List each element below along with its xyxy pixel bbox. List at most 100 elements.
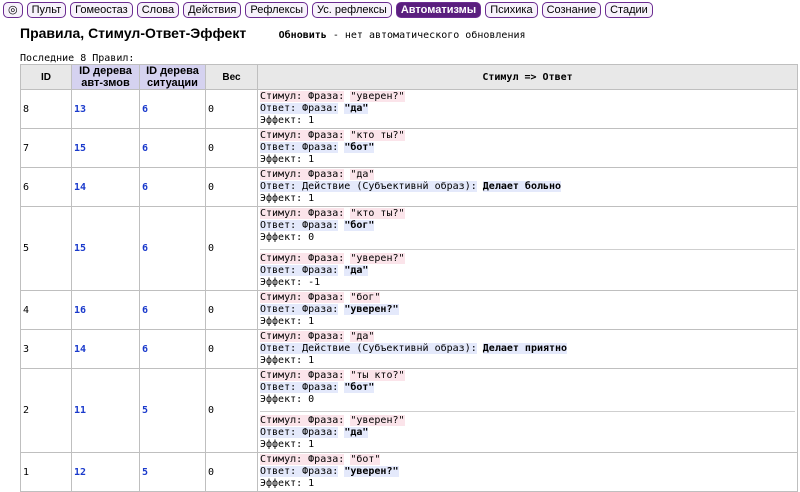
- stimulus-line: Стимул: Фраза: "да": [260, 331, 795, 343]
- tree-sit-link[interactable]: 5: [139, 368, 206, 453]
- nav-tab[interactable]: Стадии: [605, 2, 653, 18]
- stimulus-line: Стимул: Фраза: "уверен?": [260, 91, 795, 103]
- effect-line: Эффект: 1: [260, 478, 315, 489]
- stimulus-line: Стимул: Фраза: "да": [260, 169, 795, 181]
- nav-tab[interactable]: Автоматизмы: [395, 2, 482, 18]
- response-value: "бот": [344, 142, 375, 153]
- tree-sit-link[interactable]: 6: [139, 167, 206, 207]
- table-row: 8 13 6 0 Стимул: Фраза: "уверен?" Ответ: Фраз…: [20, 89, 798, 129]
- response-line: Ответ: Фраза: "уверен?": [260, 304, 795, 316]
- tree-aut-link[interactable]: 15: [71, 206, 140, 291]
- nav-tab[interactable]: Пульт: [26, 2, 67, 18]
- nav-tab[interactable]: Ус. рефлексы: [312, 2, 392, 18]
- table-row: 7 15 6 0 Стимул: Фраза: "кто ты?" Ответ: Фраз…: [20, 128, 798, 168]
- response-line: Ответ: Фраза: "бот": [260, 382, 795, 394]
- rule-id: 2: [20, 368, 72, 453]
- response-line: Ответ: Фраза: "да": [260, 103, 795, 115]
- rule-weight: 0: [205, 167, 258, 207]
- effect-line: Эффект: 1: [260, 154, 315, 165]
- response-label: Ответ: Фраза:: [260, 382, 339, 393]
- stimulus-line: Стимул: Фраза: "уверен?": [260, 253, 795, 265]
- response-value: "бот": [344, 382, 375, 393]
- tree-aut-link[interactable]: 14: [71, 167, 140, 207]
- table-header-row: ID ID дерева авт-змов ID дерева ситуации…: [20, 64, 798, 90]
- tree-aut-link[interactable]: 14: [71, 329, 140, 369]
- response-label: Ответ: Действие (Субъективнй образ):: [260, 343, 477, 354]
- home-icon[interactable]: ◎: [3, 2, 23, 18]
- nav-tab[interactable]: Психика: [485, 2, 538, 18]
- response-label: Ответ: Фраза:: [260, 427, 339, 438]
- col-header-tree-sit[interactable]: ID дерева ситуации: [139, 64, 206, 90]
- nav-tab[interactable]: Гомеостаз: [70, 2, 133, 18]
- rule-block: Стимул: Фраза: "ты кто?" Ответ: Фраза: "б…: [260, 369, 795, 407]
- response-value: Делает приятно: [482, 343, 568, 354]
- stimulus-line: Стимул: Фраза: "бог": [260, 292, 795, 304]
- rule-id: 8: [20, 89, 72, 129]
- rule-weight: 0: [205, 368, 258, 453]
- rule-block: Стимул: Фраза: "бот" Ответ: Фраза: "увере…: [260, 453, 795, 491]
- tree-aut-link[interactable]: 12: [71, 452, 140, 492]
- response-label: Ответ: Фраза:: [260, 466, 339, 477]
- stimulus-value: "ты кто?": [350, 370, 405, 381]
- col-header-id: ID: [20, 64, 72, 90]
- tree-sit-link[interactable]: 6: [139, 128, 206, 168]
- effect-line: Эффект: 1: [260, 439, 315, 450]
- nav-bar: ◎ Пульт Гомеостаз Слова Действия Рефлексы Ус. …: [3, 2, 653, 18]
- nav-tab[interactable]: Рефлексы: [245, 2, 309, 18]
- response-value: Делает больно: [482, 181, 562, 192]
- col-header-tree-aut[interactable]: ID дерева авт-змов: [71, 64, 140, 90]
- table-row: 2 11 5 0 Стимул: Фраза: "ты кто?" Ответ: Фраз…: [20, 368, 798, 453]
- tree-aut-link[interactable]: 15: [71, 128, 140, 168]
- tree-aut-link[interactable]: 16: [71, 290, 140, 330]
- stimulus-value: "да": [350, 331, 375, 342]
- stimulus-value: "кто ты?": [350, 130, 405, 141]
- block-divider: [260, 411, 795, 412]
- stimulus-label: Стимул: Фраза:: [260, 370, 345, 381]
- response-value: "уверен?": [344, 304, 399, 315]
- tree-aut-link[interactable]: 13: [71, 89, 140, 129]
- rule-weight: 0: [205, 206, 258, 291]
- response-line: Ответ: Фраза: "да": [260, 265, 795, 277]
- response-label: Ответ: Фраза:: [260, 265, 339, 276]
- response-line: Ответ: Фраза: "да": [260, 427, 795, 439]
- effect-line: Эффект: 1: [260, 115, 315, 126]
- tree-sit-link[interactable]: 6: [139, 329, 206, 369]
- rule-block: Стимул: Фраза: "кто ты?" Ответ: Фраза: "б…: [260, 129, 795, 167]
- nav-tab[interactable]: Слова: [136, 2, 180, 18]
- tree-sit-link[interactable]: 6: [139, 290, 206, 330]
- response-label: Ответ: Фраза:: [260, 220, 339, 231]
- rule-id: 6: [20, 167, 72, 207]
- tree-sit-link[interactable]: 6: [139, 89, 206, 129]
- effect-line: Эффект: 0: [260, 394, 315, 405]
- table-row: 5 15 6 0 Стимул: Фраза: "кто ты?" Ответ: Фраз…: [20, 206, 798, 291]
- nav-tab[interactable]: Сознание: [541, 2, 602, 18]
- stimulus-value: "уверен?": [350, 91, 405, 102]
- tree-sit-link[interactable]: 5: [139, 452, 206, 492]
- effect-line: Эффект: 1: [260, 355, 315, 366]
- rule-cell: Стимул: Фраза: "да" Ответ: Действие (Субъ…: [257, 329, 798, 369]
- rule-block: Стимул: Фраза: "да" Ответ: Действие (Субъ…: [260, 330, 795, 368]
- rules-table: ID ID дерева авт-змов ID дерева ситуации…: [20, 64, 798, 492]
- tree-sit-link[interactable]: 6: [139, 206, 206, 291]
- rule-weight: 0: [205, 452, 258, 492]
- response-value: "да": [344, 265, 369, 276]
- effect-line: Эффект: 1: [260, 316, 315, 327]
- response-label: Ответ: Фраза:: [260, 103, 339, 114]
- refresh-note: Обновить - нет автоматического обновлени…: [279, 30, 526, 41]
- stimulus-label: Стимул: Фраза:: [260, 208, 345, 219]
- stimulus-value: "кто ты?": [350, 208, 405, 219]
- nav-tab[interactable]: Действия: [183, 2, 242, 18]
- rule-block: Стимул: Фраза: "да" Ответ: Действие (Субъ…: [260, 168, 795, 206]
- rule-block: Стимул: Фраза: "уверен?" Ответ: Фраза: "д…: [260, 414, 795, 452]
- tree-aut-link[interactable]: 11: [71, 368, 140, 453]
- col-header-rule: Стимул => Ответ: [257, 64, 798, 90]
- stimulus-value: "бот": [350, 454, 381, 465]
- table-row: 4 16 6 0 Стимул: Фраза: "бог" Ответ: Фраза: "…: [20, 290, 798, 330]
- response-value: "уверен?": [344, 466, 399, 477]
- rule-cell: Стимул: Фраза: "кто ты?" Ответ: Фраза: "б…: [257, 206, 798, 291]
- rule-weight: 0: [205, 128, 258, 168]
- rule-id: 3: [20, 329, 72, 369]
- effect-line: Эффект: 0: [260, 232, 315, 243]
- stimulus-line: Стимул: Фраза: "кто ты?": [260, 130, 795, 142]
- refresh-link[interactable]: Обновить: [279, 30, 327, 41]
